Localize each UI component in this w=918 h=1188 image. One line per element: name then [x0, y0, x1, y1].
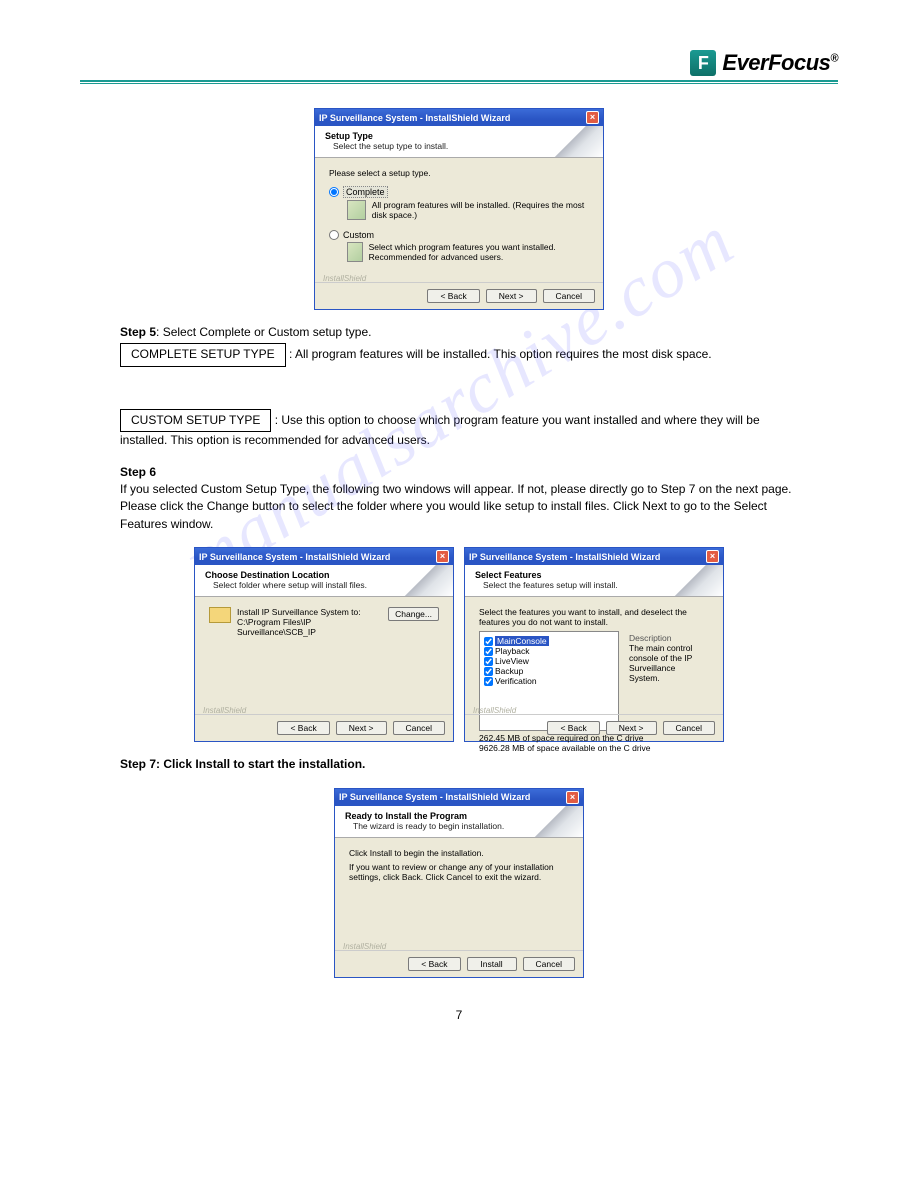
- setup-prompt: Please select a setup type.: [329, 168, 589, 178]
- custom-setup-box: CUSTOM SETUP TYPE: [120, 409, 271, 432]
- close-icon[interactable]: ×: [566, 791, 579, 804]
- window-title: IP Surveillance System - InstallShield W…: [199, 552, 390, 562]
- install-to-label: Install IP Surveillance System to:: [237, 607, 388, 617]
- next-button[interactable]: Next >: [486, 289, 537, 303]
- folder-icon: [209, 607, 231, 623]
- cancel-button[interactable]: Cancel: [523, 957, 575, 971]
- feature-checkbox[interactable]: [484, 657, 493, 666]
- feature-checkbox[interactable]: [484, 667, 493, 676]
- step5-heading: Step 5: Select Complete or Custom setup …: [120, 324, 798, 341]
- install-button[interactable]: Install: [467, 957, 517, 971]
- close-icon[interactable]: ×: [586, 111, 599, 124]
- step6-body: If you selected Custom Setup Type, the f…: [120, 481, 798, 533]
- back-button[interactable]: < Back: [408, 957, 460, 971]
- custom-radio[interactable]: [329, 230, 339, 240]
- complete-radio[interactable]: [329, 187, 339, 197]
- complete-label: Complete: [343, 186, 388, 198]
- titlebar: IP Surveillance System - InstallShield W…: [315, 109, 603, 126]
- header-graphic: [403, 565, 453, 596]
- feature-checkbox[interactable]: [484, 677, 493, 686]
- features-prompt: Select the features you want to install,…: [479, 607, 709, 627]
- complete-desc: All program features will be installed. …: [372, 200, 589, 220]
- description-text: The main control console of the IP Surve…: [629, 643, 705, 683]
- step6-heading: Step 6: [120, 465, 156, 479]
- install-path: C:\Program Files\IP Surveillance\SCB_IP: [237, 617, 388, 637]
- page-number: 7: [80, 1008, 838, 1022]
- window-title: IP Surveillance System - InstallShield W…: [339, 792, 530, 802]
- brand-name-text: EverFocus: [722, 50, 830, 75]
- feature-item: MainConsole: [495, 636, 549, 646]
- registered-icon: ®: [830, 53, 838, 65]
- setup-type-dialog: IP Surveillance System - InstallShield W…: [314, 108, 604, 310]
- next-button[interactable]: Next >: [606, 721, 657, 735]
- custom-desc: Select which program features you want i…: [369, 242, 589, 262]
- back-button[interactable]: < Back: [547, 721, 599, 735]
- feature-checkbox[interactable]: [484, 637, 493, 646]
- change-button[interactable]: Change...: [388, 607, 439, 621]
- brand-name: EverFocus®: [722, 50, 838, 76]
- feature-item: LiveView: [495, 656, 529, 666]
- cancel-button[interactable]: Cancel: [543, 289, 595, 303]
- close-icon[interactable]: ×: [436, 550, 449, 563]
- destination-dialog: IP Surveillance System - InstallShield W…: [194, 547, 454, 742]
- header-graphic: [673, 565, 723, 596]
- installshield-label: InstallShield: [323, 274, 366, 283]
- select-features-dialog: IP Surveillance System - InstallShield W…: [464, 547, 724, 742]
- feature-checkbox[interactable]: [484, 647, 493, 656]
- window-title: IP Surveillance System - InstallShield W…: [319, 113, 510, 123]
- header-divider: [80, 80, 838, 84]
- ready-line1: Click Install to begin the installation.: [349, 848, 569, 858]
- complete-setup-box: COMPLETE SETUP TYPE: [120, 343, 286, 366]
- setup-custom-icon: [347, 242, 363, 262]
- window-title: IP Surveillance System - InstallShield W…: [469, 552, 660, 562]
- next-button[interactable]: Next >: [336, 721, 387, 735]
- back-button[interactable]: < Back: [277, 721, 329, 735]
- header-graphic: [553, 126, 603, 157]
- feature-item: Playback: [495, 646, 530, 656]
- feature-item: Backup: [495, 666, 523, 676]
- cancel-button[interactable]: Cancel: [663, 721, 715, 735]
- complete-setup-body: : All program features will be installed…: [289, 347, 712, 361]
- close-icon[interactable]: ×: [706, 550, 719, 563]
- setup-complete-icon: [347, 200, 366, 220]
- ready-line2: If you want to review or change any of y…: [349, 862, 569, 882]
- space-available: 9626.28 MB of space available on the C d…: [479, 743, 709, 753]
- custom-label: Custom: [343, 230, 374, 240]
- cancel-button[interactable]: Cancel: [393, 721, 445, 735]
- feature-item: Verification: [495, 676, 537, 686]
- description-title: Description: [629, 633, 705, 643]
- header-graphic: [533, 806, 583, 837]
- brand-header: F EverFocus®: [80, 50, 838, 76]
- everfocus-logo-icon: F: [690, 50, 716, 76]
- ready-install-dialog: IP Surveillance System - InstallShield W…: [334, 788, 584, 978]
- back-button[interactable]: < Back: [427, 289, 479, 303]
- step7-heading: Step 7: Click Install to start the insta…: [120, 757, 365, 771]
